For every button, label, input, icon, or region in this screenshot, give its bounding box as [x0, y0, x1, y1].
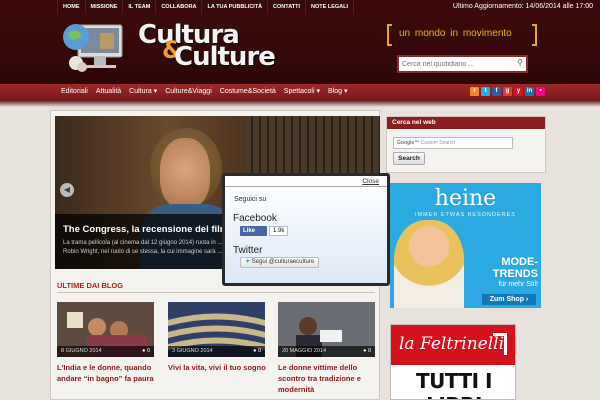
facebook-like-label: Like — [243, 228, 256, 234]
tagline-text: un mondo in movimento — [399, 28, 512, 39]
facebook-like-count: 1.9k — [269, 226, 289, 236]
googleplus-icon[interactable]: g — [503, 87, 512, 96]
heine-headline: MODE-TRENDS — [492, 256, 538, 280]
search-icon[interactable]: ⚲ — [517, 58, 523, 67]
nav-shadow — [0, 100, 600, 107]
heine-slogan: IMMER ETWAS BESONDERES — [415, 212, 516, 218]
nav-blog[interactable]: Blog ▾ — [324, 84, 351, 100]
top-nav-home[interactable]: HOME — [57, 0, 86, 14]
logo-illustration[interactable] — [60, 17, 128, 77]
heine-subline: für mehr Stil! — [498, 281, 538, 288]
google-search-button[interactable]: Search — [393, 152, 425, 165]
blog-card-meta: 3 GIUGNO 2014 ● 0 — [168, 346, 265, 357]
popup-close-button[interactable]: Close — [362, 178, 379, 185]
popup-follow-label: Seguici su — [234, 196, 267, 203]
web-search-title: Cerca nel web — [387, 117, 545, 129]
last-updated: Ultimo Aggiornamento: 14/06/2014 alle 17… — [452, 3, 593, 10]
blog-card-title[interactable]: Vivi la vita, vivi il tuo sogno — [168, 362, 268, 373]
comment-count-value: 0 — [146, 348, 150, 354]
custom-search-label: Custom Search — [420, 140, 456, 146]
nav-editoriali[interactable]: Editoriali — [57, 84, 92, 100]
nav-spettacoli[interactable]: Spettacoli ▾ — [280, 84, 324, 100]
slider-title[interactable]: The Congress, la recensione del film — [63, 224, 228, 235]
top-nav-note-legali[interactable]: NOTE LEGALI — [306, 0, 355, 14]
top-nav-contatti[interactable]: CONTATTI — [268, 0, 307, 14]
top-bar: HOME MISSIONE IL TEAM COLLABORA LA TUA P… — [0, 0, 600, 14]
nav-costume-societa[interactable]: Costume&Società — [216, 84, 280, 100]
feltrinelli-logo: la Feltrinelli — [399, 334, 505, 354]
heine-brand: heine — [434, 186, 497, 211]
top-nav-collabora[interactable]: COLLABORA — [156, 0, 203, 14]
comment-count-value: 0 — [257, 348, 261, 354]
top-nav-pubblicita[interactable]: LA TUA PUBBLICITÀ — [202, 0, 269, 14]
top-nav-missione[interactable]: MISSIONE — [86, 0, 124, 14]
divider — [225, 186, 387, 187]
ad-banner-feltrinelli[interactable]: la Feltrinelli TUTTI I LIBRI — [390, 324, 516, 400]
blog-section-title: ULTIME DAI BLOG — [57, 281, 124, 290]
google-label: Google™ — [397, 140, 420, 146]
top-nav-team[interactable]: IL TEAM — [123, 0, 157, 14]
feltrinelli-mark-icon — [493, 333, 507, 355]
site-logo[interactable]: Cultura & Culture — [138, 20, 298, 76]
feltrinelli-headline: TUTTI I LIBRI — [416, 369, 492, 399]
web-search-widget: Cerca nel web Google™ Custom Search Sear… — [386, 116, 546, 173]
tagline-bracket-right — [532, 24, 537, 46]
linkedin-icon[interactable]: in — [525, 87, 534, 96]
slider-image-face — [160, 138, 210, 208]
facebook-like-button[interactable]: Like — [240, 226, 267, 236]
blog-card-date: 8 GIUGNO 2014 — [61, 348, 102, 354]
youtube-icon[interactable]: y — [514, 87, 523, 96]
main-nav: Editoriali Attualità Cultura ▾ Culture&V… — [0, 84, 600, 100]
comment-count: ● 0 — [253, 348, 261, 354]
comment-count: ● 0 — [142, 348, 150, 354]
twitter-icon[interactable]: t — [481, 87, 490, 96]
flickr-icon[interactable]: • — [536, 87, 545, 96]
site-search-input[interactable] — [402, 59, 512, 69]
top-nav: HOME MISSIONE IL TEAM COLLABORA LA TUA P… — [57, 0, 355, 14]
site-header: Cultura & Culture un mondo in movimento … — [0, 14, 600, 84]
blog-card-date: 20 MAGGIO 2014 — [282, 348, 327, 354]
popup-twitter-heading: Twitter — [233, 245, 263, 256]
main-nav-items: Editoriali Attualità Cultura ▾ Culture&V… — [57, 84, 351, 100]
twitter-follow-button[interactable]: ✦ Segui @culturaeculture — [240, 257, 320, 268]
slider-excerpt: La trama pellicola (al cinema dal 12 giu… — [63, 240, 223, 255]
nav-attualita[interactable]: Attualità — [92, 84, 125, 100]
blog-card-title[interactable]: Le donne vittime dello scontro tra tradi… — [278, 362, 378, 395]
rss-icon[interactable]: r — [470, 87, 479, 96]
comment-count: ● 0 — [363, 348, 371, 354]
blog-card-meta: 20 MAGGIO 2014 ● 0 — [278, 346, 375, 357]
tagline: un mondo in movimento — [387, 24, 537, 46]
popup-facebook-heading: Facebook — [233, 213, 277, 224]
tagline-bracket-left — [387, 24, 392, 46]
nav-culture-viaggi[interactable]: Culture&Viaggi — [161, 84, 216, 100]
facebook-icon[interactable]: f — [492, 87, 501, 96]
nav-cultura[interactable]: Cultura ▾ — [125, 84, 161, 100]
blog-card-date: 3 GIUGNO 2014 — [172, 348, 213, 354]
divider — [57, 292, 375, 293]
ad-banner-heine[interactable]: heine IMMER ETWAS BESONDERES MODE-TRENDS… — [390, 183, 541, 308]
heine-model-image — [394, 220, 464, 308]
blog-card-title[interactable]: L'India e le donne, quando andare “in ba… — [57, 362, 157, 384]
blog-card-meta: 8 GIUGNO 2014 ● 0 — [57, 346, 154, 357]
site-search-box: ⚲ — [397, 55, 528, 73]
social-follow-popup: Close Seguici su Facebook Like 1.9k Twit… — [222, 173, 390, 286]
twitter-follow-label: Segui @culturaeculture — [251, 259, 315, 265]
logo-line-2: Culture — [174, 42, 276, 72]
twitter-bird-icon: ✦ — [245, 259, 251, 265]
comment-count-value: 0 — [367, 348, 371, 354]
heine-shop-button[interactable]: Zum Shop › — [482, 294, 536, 305]
social-icons: r t f g y in • — [470, 87, 545, 96]
slider-prev-icon[interactable]: ◀ — [60, 183, 74, 197]
google-search-input[interactable]: Google™ Custom Search — [393, 137, 513, 149]
